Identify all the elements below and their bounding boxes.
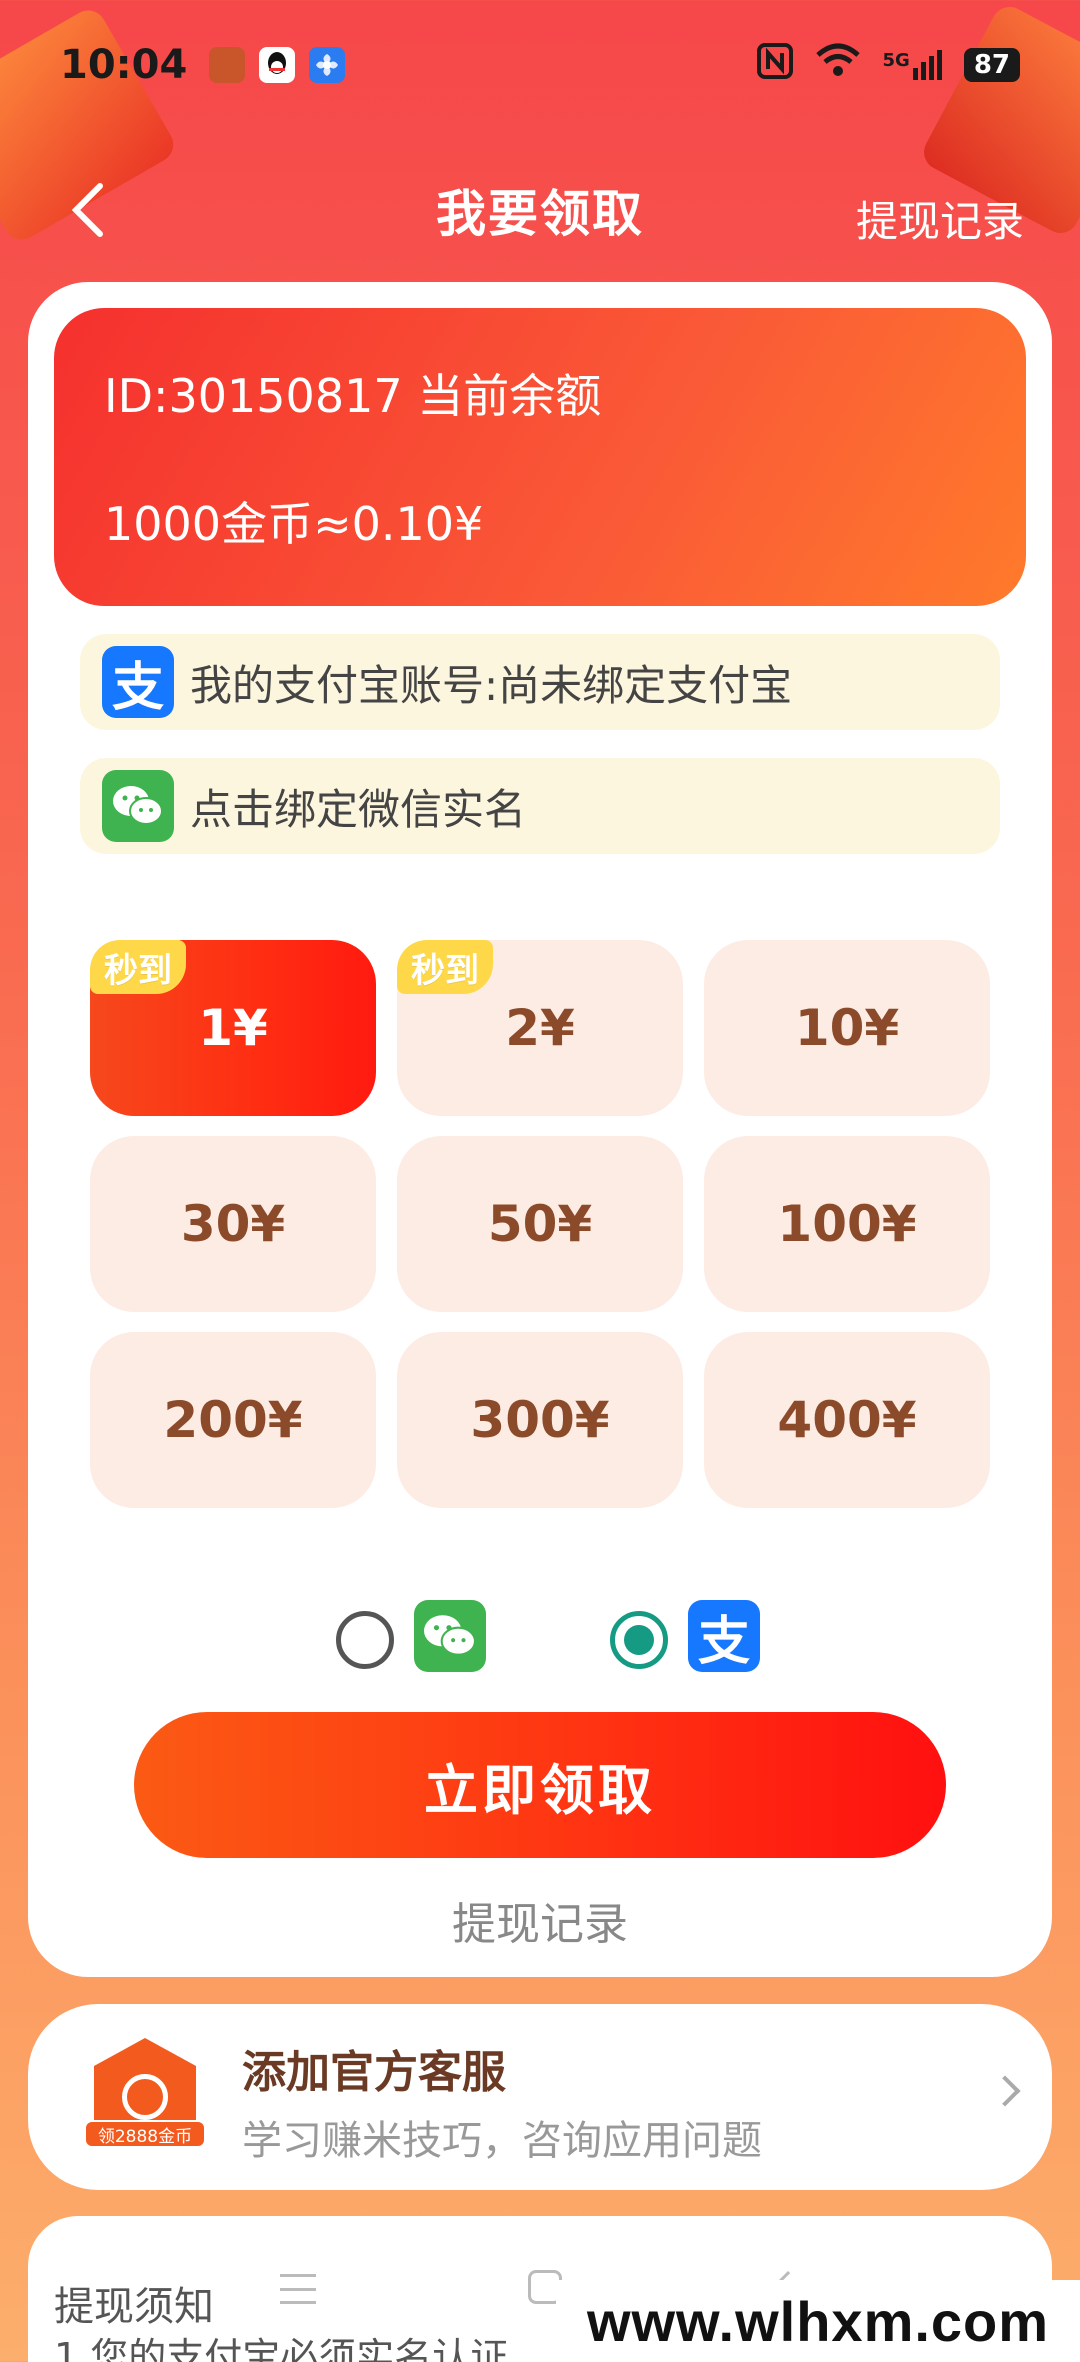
nfc-icon xyxy=(756,42,793,88)
amount-grid: 1¥ 秒到 2¥ 秒到 10¥ 30¥ 50¥ 100¥ 200¥ 300¥ 400¥ xyxy=(90,940,990,1508)
back-arrow-icon[interactable] xyxy=(62,180,122,240)
menu-icon[interactable] xyxy=(280,2274,316,2304)
page-title: 我要领取 xyxy=(436,185,644,243)
amount-label: 400¥ xyxy=(777,1391,917,1449)
amount-option[interactable]: 50¥ xyxy=(397,1136,683,1312)
amount-label: 200¥ xyxy=(163,1391,303,1449)
alipay-radio[interactable] xyxy=(610,1611,668,1669)
amount-label: 50¥ xyxy=(487,1195,593,1253)
customer-service-card[interactable]: 领2888金币 添加官方客服 学习赚米技巧，咨询应用问题 xyxy=(28,2004,1052,2190)
service-title: 添加官方客服 xyxy=(242,2047,506,2098)
fan-app-icon xyxy=(309,47,346,83)
qq-icon xyxy=(259,47,296,83)
amount-label: 100¥ xyxy=(777,1195,917,1253)
balance-card: ID:30150817 当前余额 1000金币≈0.10¥ xyxy=(54,308,1026,606)
amount-label: 300¥ xyxy=(470,1391,610,1449)
amount-option[interactable]: 400¥ xyxy=(704,1332,990,1508)
amount-label: 1¥ xyxy=(198,999,268,1057)
status-bar: 10:04 5G 87 xyxy=(0,0,1080,130)
amount-option[interactable]: 1¥ 秒到 xyxy=(90,940,376,1116)
amount-option[interactable]: 30¥ xyxy=(90,1136,376,1312)
instant-badge: 秒到 xyxy=(90,940,186,994)
amount-option[interactable]: 100¥ xyxy=(704,1136,990,1312)
service-subtitle: 学习赚米技巧，咨询应用问题 xyxy=(242,2118,762,2164)
bind-alipay-label: 我的支付宝账号:尚未绑定支付宝 xyxy=(190,660,793,710)
amount-option[interactable]: 10¥ xyxy=(704,940,990,1116)
wechat-icon xyxy=(102,770,174,842)
withdraw-record-bottom-link[interactable]: 提现记录 xyxy=(28,1888,1052,1952)
app-notification-icon xyxy=(209,47,246,83)
amount-label: 10¥ xyxy=(794,999,900,1057)
customer-service-icon: 领2888金币 xyxy=(84,2038,206,2160)
bind-wechat-label: 点击绑定微信实名 xyxy=(190,784,527,834)
bind-alipay-row[interactable]: 支 我的支付宝账号:尚未绑定支付宝 xyxy=(80,634,1000,730)
amount-option[interactable]: 200¥ xyxy=(90,1332,376,1508)
amount-label: 2¥ xyxy=(505,999,575,1057)
watermark: www.wlhxm.com xyxy=(556,2280,1080,2362)
withdraw-card: ID:30150817 当前余额 1000金币≈0.10¥ 支 我的支付宝账号:… xyxy=(28,282,1052,1977)
alipay-icon: 支 xyxy=(102,646,174,718)
bind-wechat-row[interactable]: 点击绑定微信实名 xyxy=(80,758,1000,854)
instant-badge: 秒到 xyxy=(397,940,493,994)
balance-amount: 1000金币≈0.10¥ xyxy=(104,497,484,551)
balance-id-label: ID:30150817 当前余额 xyxy=(104,369,602,423)
payment-method-selector: 支 xyxy=(28,1600,1052,1680)
alipay-pay-icon[interactable]: 支 xyxy=(688,1600,760,1672)
chevron-right-icon xyxy=(989,2075,1021,2107)
service-icon-tag: 领2888金币 xyxy=(84,2120,206,2148)
withdraw-record-link[interactable]: 提现记录 xyxy=(856,188,1024,249)
header: 我要领取 提现记录 xyxy=(0,160,1080,260)
wechat-pay-icon[interactable] xyxy=(414,1600,486,1672)
claim-now-button[interactable]: 立即领取 xyxy=(134,1712,946,1858)
wifi-icon xyxy=(815,43,861,88)
amount-option[interactable]: 2¥ 秒到 xyxy=(397,940,683,1116)
status-time: 10:04 xyxy=(60,42,188,88)
amount-option[interactable]: 300¥ xyxy=(397,1332,683,1508)
network-label: 5G xyxy=(882,50,910,71)
battery-indicator: 87 xyxy=(963,48,1020,82)
signal-icon: 5G xyxy=(883,50,942,80)
notice-text: 1.您的支付宝必须实名认证 xyxy=(54,2335,509,2362)
wechat-radio[interactable] xyxy=(336,1611,394,1669)
amount-label: 30¥ xyxy=(180,1195,286,1253)
